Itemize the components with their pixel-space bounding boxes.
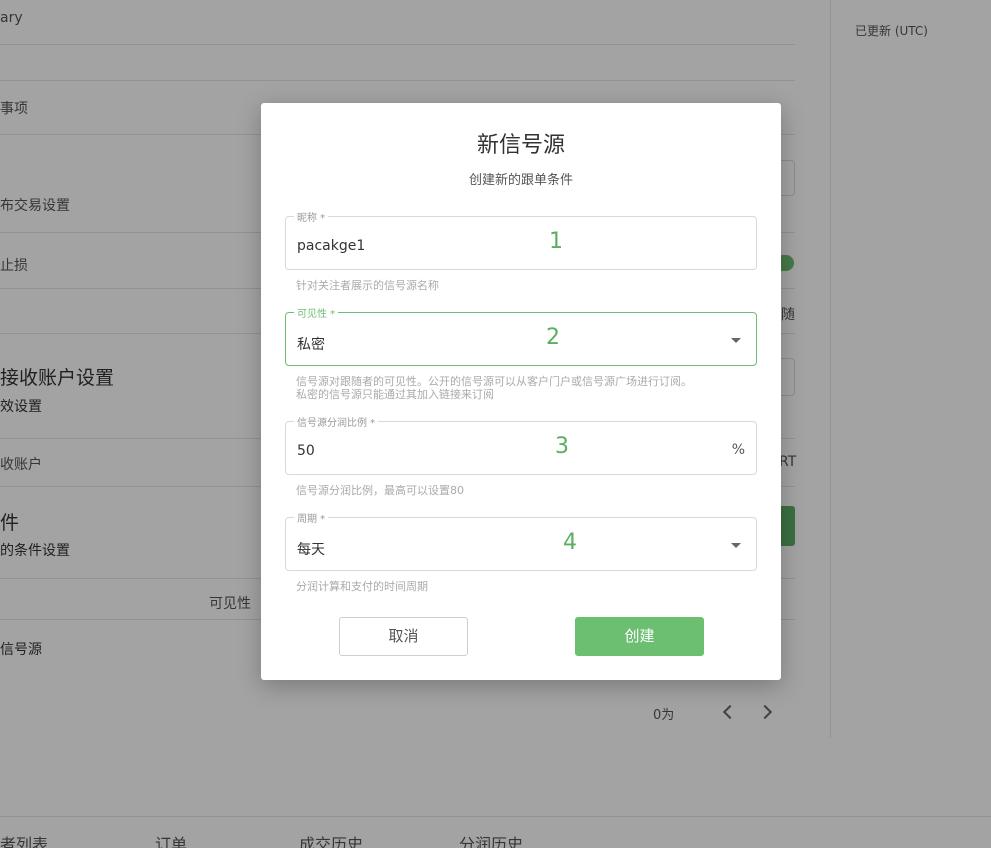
visibility-label: 可见性 * [294,305,339,320]
visibility-select[interactable]: 可见性 * 私密 2 [285,305,757,366]
step-marker-4: 4 [563,530,577,555]
step-marker-1: 1 [549,229,563,254]
create-button[interactable]: 创建 [575,617,704,656]
visibility-hint: 信号源对跟随者的可见性。公开的信号源可以从客户门户或信号源广场进行订阅。 私密的… [296,375,692,401]
profit-share-input[interactable] [297,443,697,459]
nickname-input[interactable] [297,238,697,254]
period-label: 周期 * [294,510,329,525]
chevron-down-icon [731,543,741,548]
nickname-field[interactable]: 昵称 * 1 [285,209,757,270]
step-marker-3: 3 [555,434,569,459]
period-value: 每天 [297,542,325,558]
nickname-label: 昵称 * [294,209,329,224]
profit-share-ratio-field[interactable]: 信号源分润比例 * 3 % [285,414,757,475]
visibility-value: 私密 [297,337,325,353]
new-signal-source-dialog: 新信号源 创建新的跟单条件 昵称 * 1 针对关注者展示的信号源名称 可见性 *… [261,103,781,680]
percent-suffix: % [731,442,745,458]
visibility-hint-line2: 私密的信号源只能通过其加入链接来订阅 [296,388,494,401]
cancel-button[interactable]: 取消 [339,617,468,656]
dialog-subtitle: 创建新的跟单条件 [468,173,573,188]
nickname-hint: 针对关注者展示的信号源名称 [296,279,439,292]
period-select[interactable]: 周期 * 每天 4 [285,510,757,571]
chevron-down-icon [731,338,741,343]
period-hint: 分润计算和支付的时间周期 [296,580,428,593]
visibility-hint-line1: 信号源对跟随者的可见性。公开的信号源可以从客户门户或信号源广场进行订阅。 [296,375,692,388]
step-marker-2: 2 [546,325,560,350]
profit-share-hint: 信号源分润比例，最高可以设置80 [296,484,464,497]
profit-share-label: 信号源分润比例 * [294,414,379,429]
dialog-title: 新信号源 [476,133,565,158]
